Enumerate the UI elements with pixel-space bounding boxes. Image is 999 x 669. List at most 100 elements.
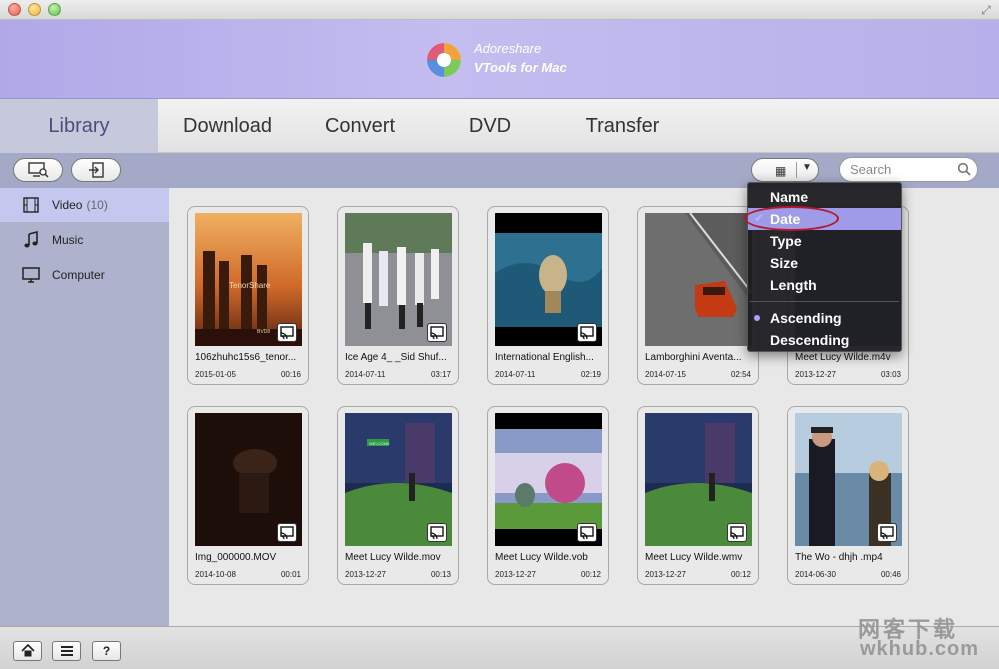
sort-by-type[interactable]: Type	[748, 230, 901, 252]
view-sort-button[interactable]: ▦ ▼	[751, 158, 819, 182]
video-duration: 00:46	[880, 570, 901, 579]
cast-icon[interactable]	[727, 523, 747, 542]
library-sidebar: Video (10) Music Computer	[0, 188, 169, 626]
video-card[interactable]: Ice Age 4_ _Sid Shuf... 2014-07-11 03:17	[337, 206, 459, 385]
sort-descending[interactable]: Descending	[748, 329, 901, 351]
watermark-url: wkhub.com	[860, 638, 980, 660]
monitor-icon	[22, 267, 40, 283]
cast-icon[interactable]	[877, 523, 897, 542]
selected-dot-icon	[754, 315, 760, 321]
video-title: Meet Lucy Wilde.m4v	[795, 352, 891, 363]
chevron-down-icon: ▼	[802, 162, 812, 173]
video-thumbnail	[645, 413, 752, 546]
video-card[interactable]: Lamborghini Aventa... 2014-07-15 02:54	[637, 206, 759, 385]
close-window-button[interactable]	[8, 3, 21, 16]
import-icon	[89, 162, 104, 178]
video-title: 106zhuhc15s6_tenor...	[195, 352, 297, 363]
menu-divider	[750, 301, 899, 302]
video-card[interactable]: The Wo - dhjh .mp4 2014-06-30 00:46	[787, 406, 909, 585]
sidebar-item-label: Computer	[52, 268, 105, 282]
thumbnail-watermark: TenorShare	[229, 281, 271, 290]
video-date: 2013-12-27	[645, 570, 686, 579]
cast-icon[interactable]	[427, 523, 447, 542]
video-title: Meet Lucy Wilde.vob	[495, 552, 588, 563]
video-thumbnail	[645, 213, 752, 346]
sort-by-length[interactable]: Length	[748, 274, 901, 296]
main-tabs: Library Download Convert DVD Transfer	[0, 99, 999, 153]
video-duration: 02:54	[730, 370, 751, 379]
cast-icon[interactable]	[277, 323, 297, 342]
minimize-window-button[interactable]	[28, 3, 41, 16]
product-name: VTools for Mac	[474, 60, 567, 75]
sidebar-item-music[interactable]: Music	[0, 223, 169, 257]
video-card[interactable]: Img_000000.MOV 2014-10-08 00:01	[187, 406, 309, 585]
video-title: Ice Age 4_ _Sid Shuf...	[345, 352, 447, 363]
app-header-banner: Adoreshare VTools for Mac	[0, 20, 999, 99]
search-box	[839, 157, 978, 182]
video-thumbnail	[795, 413, 902, 546]
video-duration: 03:03	[880, 370, 901, 379]
list-icon	[60, 646, 73, 656]
home-button[interactable]	[13, 641, 42, 661]
video-date: 2014-06-30	[795, 570, 836, 579]
sidebar-item-video[interactable]: Video (10)	[0, 188, 169, 222]
film-icon	[23, 197, 39, 213]
video-title: The Wo - dhjh .mp4	[795, 552, 883, 563]
video-card[interactable]: TenorShare BVD8 106zhuhc15s6_tenor... 20…	[187, 206, 309, 385]
video-duration: 00:12	[730, 570, 751, 579]
window-titlebar: ⤢	[0, 0, 999, 20]
video-title: Img_000000.MOV	[195, 552, 277, 563]
video-thumbnail	[495, 413, 602, 546]
video-card[interactable]: International English... 2014-07-11 02:1…	[487, 206, 609, 385]
sidebar-item-label: Video	[52, 198, 83, 212]
cast-icon[interactable]	[577, 323, 597, 342]
video-title: Lamborghini Aventa...	[645, 352, 742, 363]
video-thumbnail: TenorShare BVD8	[195, 213, 302, 346]
brand-name: Adoreshare	[474, 41, 542, 56]
import-button[interactable]	[71, 158, 121, 182]
video-date: 2014-07-11	[495, 370, 536, 379]
sidebar-item-label: Music	[52, 233, 84, 247]
video-date: 2014-10-08	[195, 570, 236, 579]
list-menu-button[interactable]	[52, 641, 81, 661]
video-card[interactable]: Meet Lucy Wilde.vob 2013-12-27 00:12	[487, 406, 609, 585]
video-duration: 00:01	[280, 570, 301, 579]
video-card[interactable]: WELCOME Meet Lucy Wilde.mov 2013-12-27 0…	[337, 406, 459, 585]
search-icon[interactable]	[957, 162, 971, 176]
video-title: Meet Lucy Wilde.mov	[345, 552, 441, 563]
tab-dvd[interactable]: DVD	[425, 99, 555, 153]
tab-library[interactable]: Library	[0, 99, 158, 153]
help-button[interactable]: ?	[92, 641, 121, 661]
video-card[interactable]: Meet Lucy Wilde.wmv 2013-12-27 00:12	[637, 406, 759, 585]
sort-by-name[interactable]: Name	[748, 186, 901, 208]
video-date: 2013-12-27	[345, 570, 386, 579]
cast-icon[interactable]	[277, 523, 297, 542]
sort-ascending[interactable]: Ascending	[748, 307, 901, 329]
video-date: 2015-01-05	[195, 370, 236, 379]
thumbnail-corner-text: BVD8	[257, 329, 270, 335]
cast-icon[interactable]	[577, 523, 597, 542]
video-duration: 00:12	[580, 570, 601, 579]
video-thumbnail: WELCOME	[345, 413, 452, 546]
video-date: 2014-07-15	[645, 370, 686, 379]
video-duration: 02:19	[580, 370, 601, 379]
cast-icon[interactable]	[427, 323, 447, 342]
sidebar-item-computer[interactable]: Computer	[0, 258, 169, 292]
screen-search-icon	[28, 162, 49, 178]
tab-download[interactable]: Download	[160, 99, 295, 153]
scan-device-button[interactable]	[13, 158, 63, 182]
video-duration: 03:17	[430, 370, 451, 379]
home-icon	[20, 643, 35, 657]
search-input[interactable]	[850, 161, 955, 178]
zoom-window-button[interactable]	[48, 3, 61, 16]
video-title: International English...	[495, 352, 594, 363]
app-logo-icon	[427, 43, 461, 77]
tab-convert[interactable]: Convert	[295, 99, 425, 153]
tab-transfer[interactable]: Transfer	[555, 99, 690, 153]
video-thumbnail	[345, 213, 452, 346]
video-count: (10)	[86, 198, 108, 212]
thumbnail-sign-text: WELCOME	[369, 441, 390, 446]
highlight-annotation	[744, 206, 839, 231]
fullscreen-icon[interactable]: ⤢	[979, 3, 993, 17]
sort-by-size[interactable]: Size	[748, 252, 901, 274]
